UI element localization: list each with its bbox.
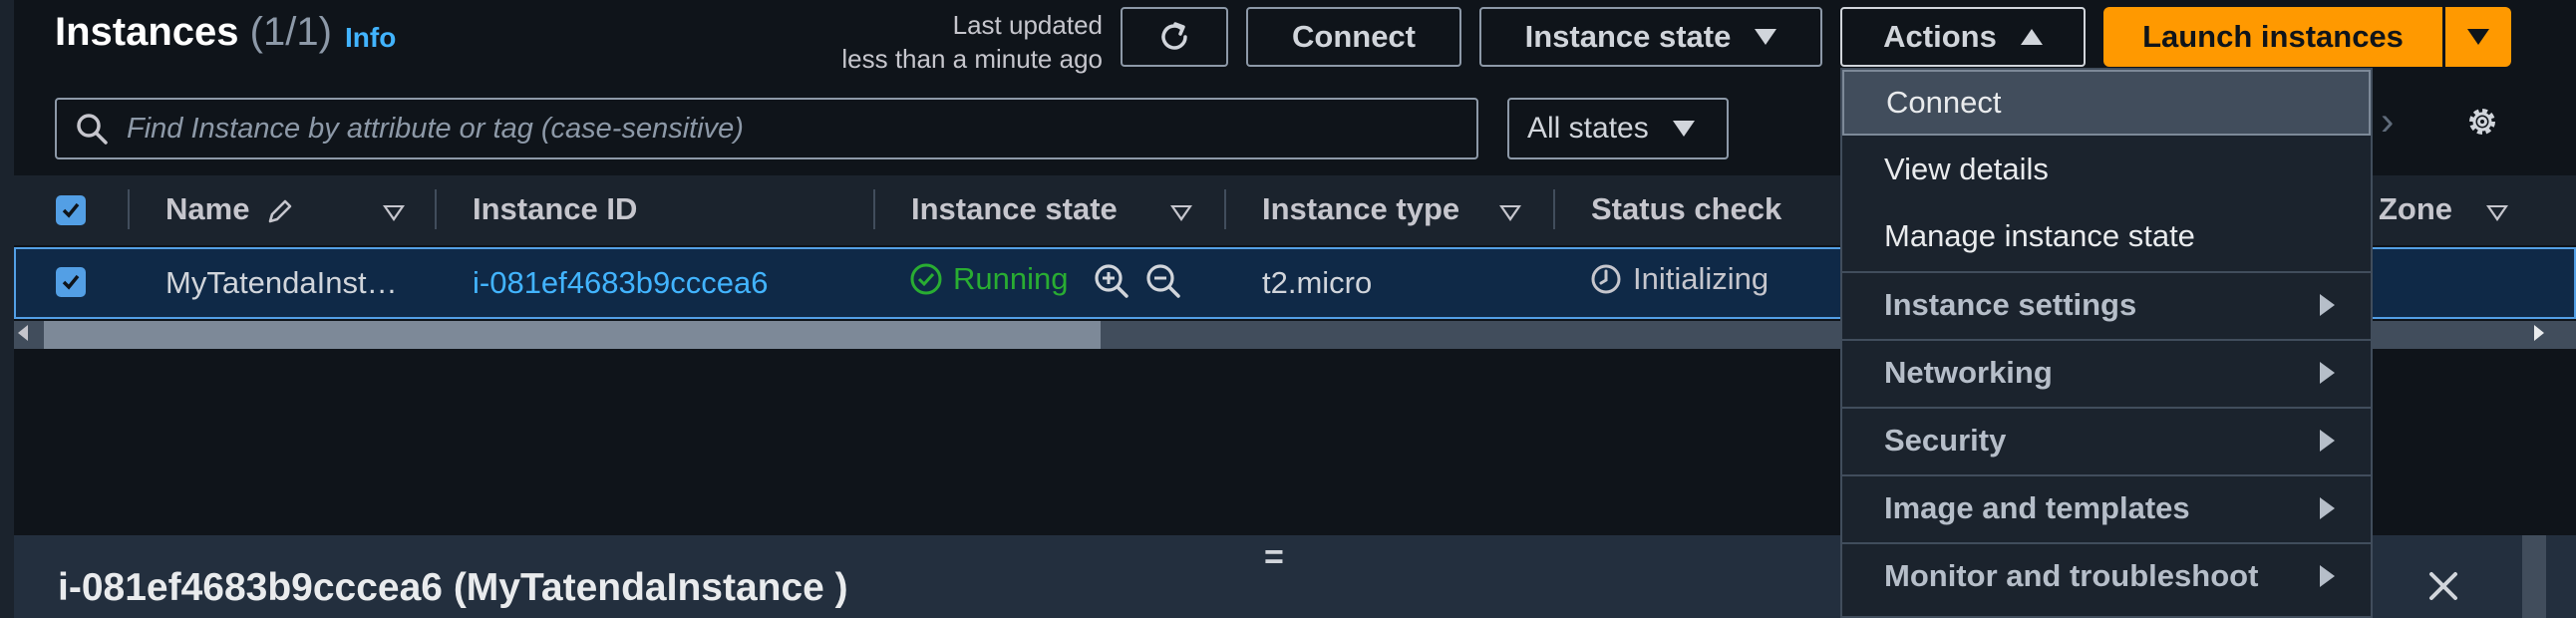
caret-down-icon [1755,29,1777,45]
last-updated: Last updated less than a minute ago [788,8,1103,76]
menu-item-label: Monitor and troubleshoot [1884,558,2259,593]
submenu-arrow-icon [2320,565,2335,587]
submenu-arrow-icon [2320,294,2335,316]
next-page-icon[interactable]: › [2381,100,2394,145]
checkmark-icon [62,202,80,218]
cell-status-check: Initializing [1589,261,1769,297]
search-input[interactable] [125,111,1425,147]
details-title: i-081ef4683b9cccea6 (MyTatendaInstance ) [58,566,848,609]
menu-item-label: Image and templates [1884,490,2190,525]
sort-icon[interactable] [2486,205,2508,221]
scroll-left-icon[interactable] [18,325,28,341]
cell-instance-state: Running [909,261,1068,297]
instance-id-link[interactable]: i-081ef4683b9cccea6 [473,265,768,301]
cell-name: MyTatendaInst… [165,265,398,300]
column-header-instance-type[interactable]: Instance type [1262,191,1459,227]
panel-resize-handle[interactable]: = [1264,538,1284,577]
sort-icon[interactable] [383,205,405,221]
search-box [55,98,1478,159]
instance-count: (1/1) [249,10,332,54]
column-separator [1553,189,1555,229]
scrollbar-thumb[interactable] [44,321,1101,349]
column-header-zone[interactable]: Zone [2379,191,2452,227]
check-circle-icon [910,263,942,295]
submenu-arrow-icon [2320,497,2335,519]
caret-up-icon [2020,29,2043,45]
menu-item-manage-instance-state[interactable]: Manage instance state [1842,203,2371,269]
column-separator [1224,189,1226,229]
menu-item-label: Manage instance state [1884,218,2195,253]
caret-down-icon [2467,29,2489,45]
menu-item-monitor-and-troubleshoot[interactable]: Monitor and troubleshoot [1842,542,2371,608]
vertical-scrollbar[interactable] [2522,535,2546,618]
menu-item-view-details[interactable]: View details [1842,137,2371,202]
column-header-instance-state[interactable]: Instance state [911,191,1118,227]
submenu-arrow-icon [2320,430,2335,452]
last-updated-label: Last updated [952,10,1103,40]
instance-state-button-label: Instance state [1524,19,1732,54]
menu-item-label: Networking [1884,355,2053,390]
zoom-in-icon[interactable] [1093,262,1130,305]
menu-item-security[interactable]: Security [1842,407,2371,472]
checkmark-icon [62,274,80,290]
refresh-icon [1161,22,1187,50]
menu-item-label: Security [1884,423,2007,458]
column-header-name-label: Name [165,191,250,226]
instance-state-button[interactable]: Instance state [1479,7,1822,67]
menu-item-networking[interactable]: Networking [1842,339,2371,405]
page-title: Instances (1/1) [55,10,332,55]
select-all-checkbox[interactable] [56,195,86,225]
zoom-out-icon[interactable] [1144,262,1182,305]
column-separator [435,189,437,229]
submenu-arrow-icon [2320,362,2335,384]
close-icon[interactable] [2425,568,2461,609]
sort-icon[interactable] [1170,205,1192,221]
menu-item-label: View details [1884,152,2049,186]
menu-item-label: Instance settings [1884,287,2137,322]
state-filter-value: All states [1527,112,1649,145]
connect-button-label: Connect [1292,19,1416,54]
menu-item-connect[interactable]: Connect [1842,70,2371,136]
menu-item-label: Connect [1886,85,2002,120]
state-running-text: Running [953,261,1069,296]
state-filter-select[interactable]: All states [1507,98,1729,159]
launch-instances-label: Launch instances [2142,19,2404,54]
column-header-instance-id[interactable]: Instance ID [473,191,637,227]
actions-button[interactable]: Actions [1840,7,2086,67]
left-edge [0,0,14,618]
preferences-gear-icon[interactable] [2462,102,2502,147]
menu-item-instance-settings[interactable]: Instance settings [1842,271,2371,337]
menu-item-image-and-templates[interactable]: Image and templates [1842,474,2371,540]
column-header-status-check[interactable]: Status check [1591,191,1781,227]
cell-instance-type: t2.micro [1262,265,1373,300]
sort-icon[interactable] [1499,205,1521,221]
page-title-text: Instances [55,10,239,54]
refresh-button[interactable] [1121,7,1228,67]
column-header-name[interactable]: Name [165,191,296,227]
pencil-icon [268,199,292,223]
connect-button[interactable]: Connect [1246,7,1461,67]
row-checkbox[interactable] [56,267,86,297]
scroll-right-icon[interactable] [2534,325,2544,341]
actions-button-label: Actions [1883,19,1997,54]
column-separator [873,189,875,229]
status-check-text: Initializing [1633,261,1770,296]
launch-instances-dropdown[interactable] [2445,7,2511,67]
launch-instances-button[interactable]: Launch instances [2103,7,2442,67]
last-updated-value: less than a minute ago [841,44,1103,74]
clock-icon [1591,264,1621,294]
column-separator [128,189,130,229]
search-icon [77,114,108,145]
caret-down-icon [1672,121,1695,137]
info-link[interactable]: Info [345,22,396,54]
